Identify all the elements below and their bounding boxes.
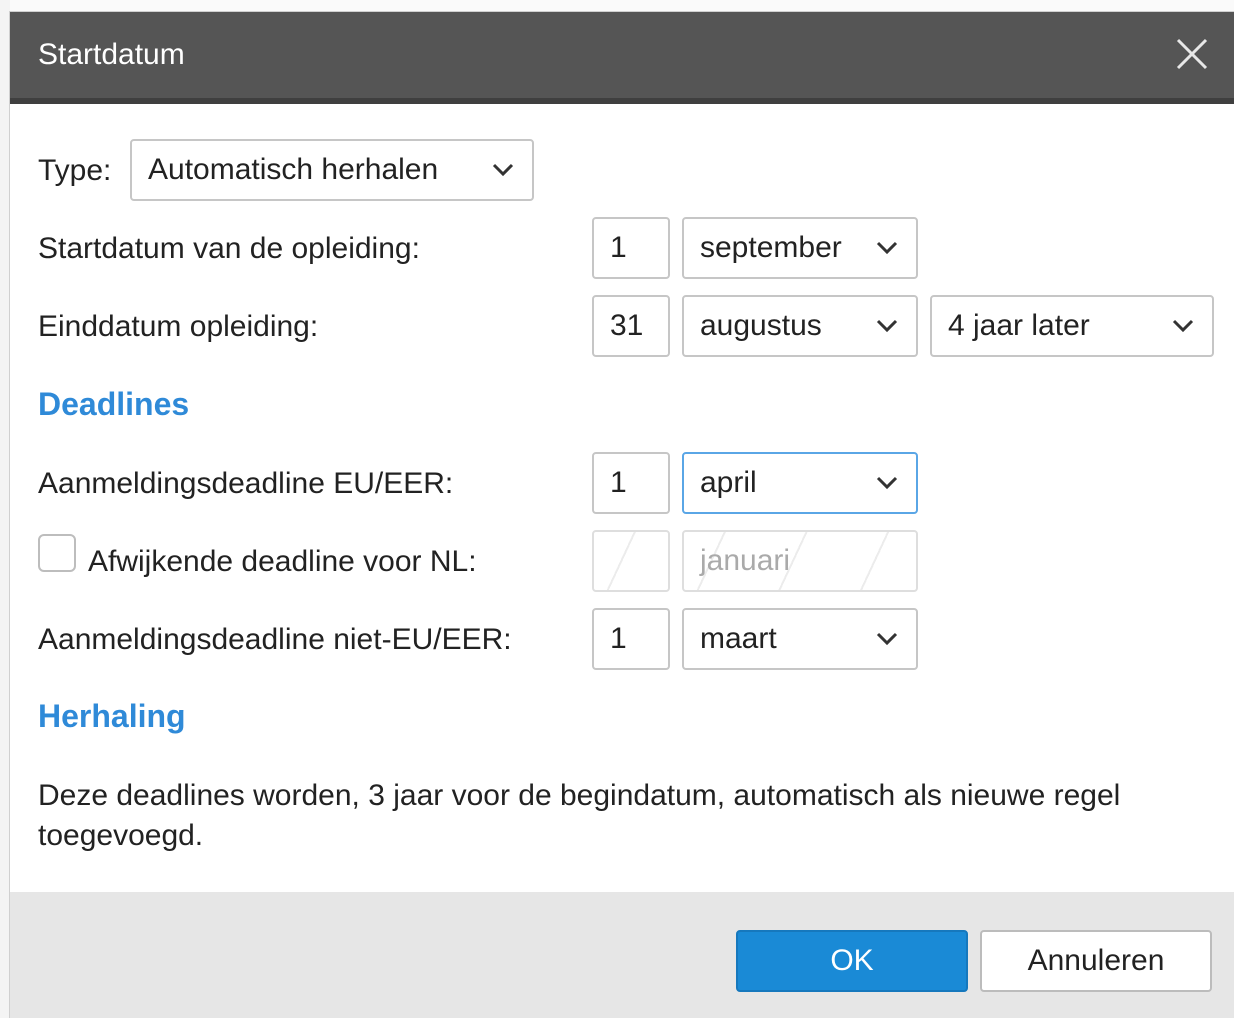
start-month-select[interactable]: september [682, 217, 918, 279]
end-month-select[interactable]: augustus [682, 295, 918, 357]
eu-month-value: april [700, 466, 757, 499]
end-year-offset-value: 4 jaar later [948, 309, 1090, 342]
chevron-down-icon [870, 309, 904, 343]
eu-day-input[interactable]: 1 [592, 452, 670, 514]
cancel-button[interactable]: Annuleren [980, 930, 1212, 992]
chevron-down-icon [486, 153, 520, 187]
herhaling-description: Deze deadlines worden, 3 jaar voor de be… [38, 779, 1121, 852]
chevron-down-icon [870, 231, 904, 265]
chevron-down-icon [1166, 309, 1200, 343]
non-eu-day-value: 1 [610, 622, 627, 655]
start-date-label: Startdatum van de opleiding: [38, 232, 420, 265]
end-month-value: augustus [700, 309, 822, 342]
start-month-value: september [700, 231, 842, 264]
non-eu-deadline-label: Aanmeldingsdeadline niet-EU/EER: [38, 623, 512, 656]
non-eu-day-input[interactable]: 1 [592, 608, 670, 670]
startdatum-dialog: Startdatum Type: Automatisch herhalen St… [10, 12, 1234, 1018]
eu-day-value: 1 [610, 466, 627, 499]
deadlines-heading: Deadlines [38, 386, 190, 422]
end-day-input[interactable]: 31 [592, 295, 670, 357]
end-date-label: Einddatum opleiding: [38, 310, 319, 343]
type-select-value: Automatisch herhalen [148, 153, 439, 186]
chevron-down-icon [870, 622, 904, 656]
nl-day-input [592, 530, 670, 592]
non-eu-month-select[interactable]: maart [682, 608, 918, 670]
nl-month-placeholder: januari [700, 544, 791, 577]
nl-deadline-label: Afwijkende deadline voor NL: [88, 545, 477, 578]
close-button[interactable] [1172, 34, 1212, 74]
eu-deadline-label: Aanmeldingsdeadline EU/EER: [38, 467, 454, 500]
start-day-input[interactable]: 1 [592, 217, 670, 279]
chevron-down-icon [870, 466, 904, 500]
end-day-value: 31 [610, 309, 644, 342]
close-icon [1176, 38, 1208, 70]
eu-month-select[interactable]: april [682, 452, 918, 514]
start-day-value: 1 [610, 231, 627, 264]
nl-deadline-checkbox[interactable] [38, 534, 76, 572]
nl-month-select: januari [682, 530, 918, 592]
ok-button[interactable]: OK [736, 930, 968, 992]
dialog-footer: OK Annuleren [10, 892, 1234, 1018]
herhaling-heading: Herhaling [38, 698, 186, 734]
end-year-offset-select[interactable]: 4 jaar later [930, 295, 1214, 357]
background-left-edge [0, 0, 10, 1018]
dialog-title: Startdatum [38, 38, 185, 71]
type-label: Type: [38, 154, 112, 187]
type-select[interactable]: Automatisch herhalen [130, 139, 534, 201]
non-eu-month-value: maart [700, 622, 777, 655]
dialog-titlebar: Startdatum [10, 12, 1234, 104]
background-strip [0, 0, 1234, 12]
